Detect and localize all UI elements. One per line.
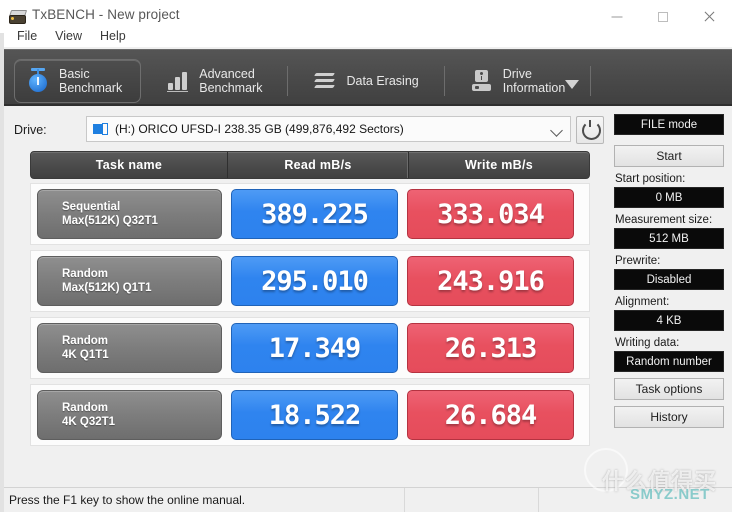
read-value: 295.010 [261,265,369,297]
task-name-line2: Max(512K) Q32T1 [62,215,158,227]
measurement-size-value[interactable]: 512 MB [614,228,724,249]
chevron-down-icon [550,124,563,137]
start-position-value[interactable]: 0 MB [614,187,724,208]
write-value-cell: 26.313 [407,323,574,373]
control-panel: FILE mode Start Start position: 0 MB Mea… [614,114,726,428]
tab-advanced-benchmark-line2: Benchmark [199,81,263,95]
task-name-cell[interactable]: Sequential Max(512K) Q32T1 [37,189,222,239]
write-value: 26.313 [444,332,538,364]
tab-data-erasing[interactable]: Data Erasing [302,59,445,103]
status-divider [404,488,405,512]
tab-overflow-button[interactable] [560,66,584,92]
menu-bar: File View Help [0,25,732,47]
tab-data-erasing-line1: Data Erasing [346,74,419,88]
start-button[interactable]: Start [614,145,724,167]
tab-drive-information-line1: Drive [502,67,532,81]
task-name-line2: 4K Q32T1 [62,416,116,428]
status-divider [538,488,539,512]
benchmark-results-table: Task name Read mB/s Write mB/s Sequentia… [30,151,590,451]
task-name-cell[interactable]: Random Max(512K) Q1T1 [37,256,222,306]
task-name-cell[interactable]: Random 4K Q32T1 [37,390,222,440]
tab-advanced-benchmark-line1: Advanced [199,67,255,81]
tab-drive-information-line2: Information [502,81,566,95]
menu-item-help[interactable]: Help [91,27,135,45]
table-row: Random 4K Q32T1 18.522 26.684 [30,384,590,446]
tab-strip: Basic Benchmark Advanced Benchmark Data … [0,49,732,107]
write-value-cell: 243.916 [407,256,574,306]
table-header-row: Task name Read mB/s Write mB/s [30,151,590,179]
tab-basic-benchmark-line2: Benchmark [59,81,123,95]
start-position-label: Start position: [615,173,686,185]
window-title: TxBENCH - New project [32,7,180,22]
prewrite-label: Prewrite: [615,255,661,267]
drive-select[interactable]: (H:) ORICO UFSD-I 238.35 GB (499,876,492… [86,116,571,142]
status-text: Press the F1 key to show the online manu… [9,493,246,507]
write-value: 243.916 [437,265,545,297]
drive-icon [469,67,495,95]
read-value-cell: 18.522 [231,390,398,440]
history-button[interactable]: History [614,406,724,428]
maximize-icon [658,11,668,22]
task-name-line1: Sequential [62,201,121,213]
task-options-button[interactable]: Task options [614,378,724,400]
alignment-value[interactable]: 4 KB [614,310,724,331]
menu-item-view[interactable]: View [46,27,91,45]
write-value-cell: 26.684 [407,390,574,440]
write-value: 26.684 [444,399,538,431]
table-row: Sequential Max(512K) Q32T1 389.225 333.0… [30,183,590,245]
tab-basic-benchmark[interactable]: Basic Benchmark [14,59,142,103]
write-value-cell: 333.034 [407,189,574,239]
read-value: 18.522 [268,399,362,431]
disk-drive-icon [93,122,108,136]
bar-chart-icon [165,67,191,95]
chevron-down-icon [565,80,579,89]
minimize-icon [611,16,623,17]
menu-item-file[interactable]: File [8,27,46,45]
read-value-cell: 17.349 [231,323,398,373]
alignment-label: Alignment: [615,296,670,308]
status-bar: Press the F1 key to show the online manu… [0,487,732,512]
read-value: 389.225 [261,198,369,230]
close-icon [703,11,715,23]
tab-advanced-benchmark[interactable]: Advanced Benchmark [155,59,289,103]
write-value: 333.034 [437,198,545,230]
table-row: Random 4K Q1T1 17.349 26.313 [30,317,590,379]
txbench-window: TxBENCH - New project File View Help Bas… [0,0,732,512]
column-header-task-name: Task name [95,158,163,172]
column-header-write: Write mB/s [408,152,589,178]
stopwatch-icon [25,67,51,95]
writing-data-value[interactable]: Random number [614,351,724,372]
tab-basic-benchmark-line1: Basic [59,67,90,81]
window-left-edge [0,33,4,512]
task-name-line2: Max(512K) Q1T1 [62,282,152,294]
refresh-drives-button[interactable] [576,116,604,144]
read-value-cell: 295.010 [231,256,398,306]
file-mode-button[interactable]: FILE mode [614,114,724,135]
task-name-cell[interactable]: Random 4K Q1T1 [37,323,222,373]
read-value-cell: 389.225 [231,189,398,239]
drive-label: Drive: [14,123,47,137]
task-name-line2: 4K Q1T1 [62,349,109,361]
writing-data-label: Writing data: [615,337,680,349]
task-name-line1: Random [62,268,108,280]
column-header-read: Read mB/s [227,152,408,178]
table-row: Random Max(512K) Q1T1 295.010 243.916 [30,250,590,312]
task-name-line1: Random [62,335,108,347]
txbench-logo-icon [8,8,28,24]
prewrite-value[interactable]: Disabled [614,269,724,290]
main-content: Drive: (H:) ORICO UFSD-I 238.35 GB (499,… [0,106,732,487]
zigzag-erase-icon [312,67,338,95]
read-value: 17.349 [268,332,362,364]
refresh-icon [582,121,601,140]
drive-select-value: (H:) ORICO UFSD-I 238.35 GB (499,876,492… [115,122,404,136]
task-name-line1: Random [62,402,108,414]
measurement-size-label: Measurement size: [615,214,713,226]
